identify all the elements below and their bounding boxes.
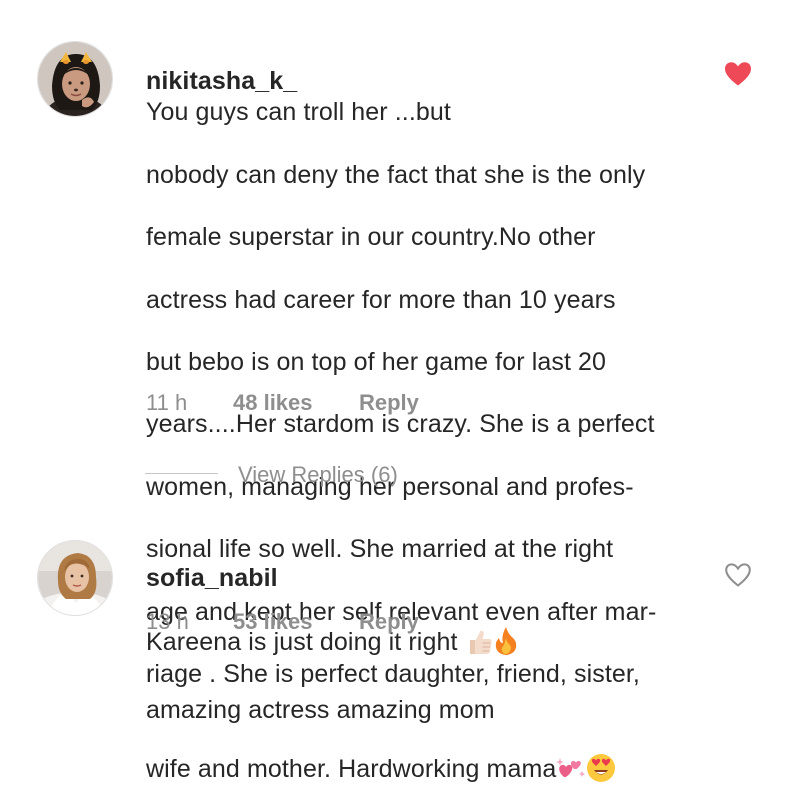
reply-button[interactable]: Reply (359, 607, 419, 637)
view-replies-button[interactable]: View Replies (6) (145, 460, 445, 490)
comment-meta: 13 h 53 likes Reply (146, 607, 546, 637)
view-replies-label: View Replies (6) (238, 462, 398, 487)
comment-line: female superstar in our country.No other (146, 223, 596, 252)
sparkling-hearts-emoji (556, 723, 586, 790)
comment-line: amazing actress amazing mom (146, 696, 495, 725)
heart-icon[interactable] (724, 61, 752, 87)
heart-eyes-emoji (586, 721, 616, 790)
divider (145, 473, 218, 474)
comment-2: sofia_nabil Kareena is just doing it rig… (0, 520, 800, 724)
avatar[interactable] (37, 41, 113, 117)
comment-line: actress had career for more than 10 year… (146, 285, 616, 314)
avatar[interactable] (37, 540, 113, 616)
timestamp: 11 h (146, 390, 188, 415)
comment-line: wife and mother. Hardworking mama (146, 755, 557, 784)
timestamp: 13 h (146, 609, 189, 634)
likes-count[interactable]: 53 likes (233, 607, 313, 637)
comment-line: nobody can deny the fact that she is the… (146, 160, 646, 189)
heart-outline-icon[interactable] (724, 562, 752, 588)
comment-1: nikitasha_k_ You guys can troll her ...b… (0, 0, 800, 784)
comment-meta: 11 h 48 likes Reply (146, 388, 546, 418)
reply-button[interactable]: Reply (359, 388, 419, 418)
username[interactable]: nikitasha_k_ (146, 67, 297, 95)
likes-count[interactable]: 48 likes (233, 388, 313, 418)
comment-line: You guys can troll her ...but (146, 98, 451, 127)
comment-line: but bebo is on top of her game for last … (146, 348, 607, 377)
username[interactable]: sofia_nabil (146, 564, 278, 592)
